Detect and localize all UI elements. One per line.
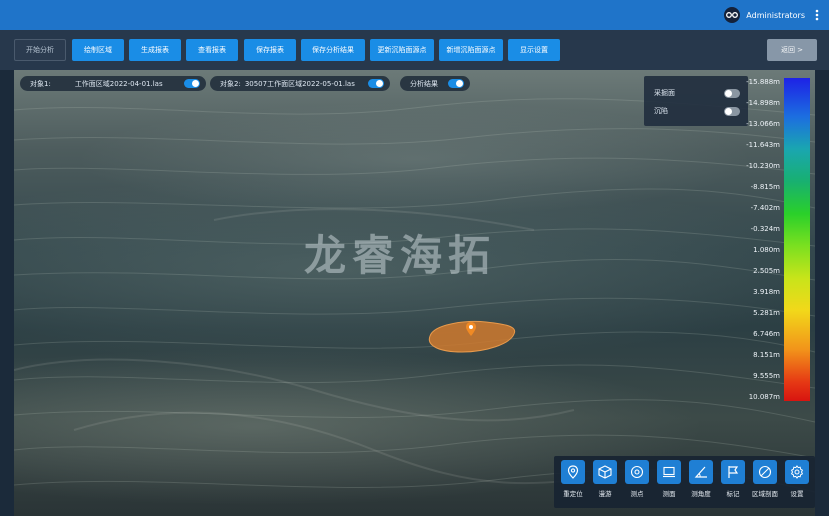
- legend-tick: 1.080m: [753, 246, 780, 254]
- location-pin-icon: [561, 460, 585, 484]
- layer-mining-area-toggle[interactable]: [724, 88, 740, 98]
- avatar-glasses-icon: [726, 12, 739, 18]
- tool-label: 测面: [662, 490, 676, 498]
- generate-report-button[interactable]: 生成报表: [129, 39, 181, 61]
- tool-measure-angle[interactable]: 测角度: [687, 460, 715, 504]
- user-avatar[interactable]: [724, 7, 741, 23]
- measure-toolbar: 重定位 漫游 测点 测面 测角度 标记 区域剖面 设置: [554, 456, 815, 508]
- object2-pill: 对象2: 30507工作面区域2022-05-01.las: [210, 76, 390, 91]
- tool-label: 测点: [630, 490, 644, 498]
- add-source-point-button[interactable]: 新增沉陷面源点: [439, 39, 503, 61]
- flag-icon: [721, 460, 745, 484]
- legend-tick: 10.087m: [748, 393, 780, 401]
- analysis-result-pill: 分析结果: [400, 76, 470, 91]
- legend-tick: -14.898m: [746, 99, 780, 107]
- layer-subsidence-toggle[interactable]: [724, 106, 740, 116]
- terrain-texture: [14, 98, 815, 493]
- object1-value[interactable]: 工作面区域2022-04-01.las: [75, 79, 163, 89]
- layer-panel: 采掘面 沉陷: [644, 76, 748, 126]
- tool-settings[interactable]: 设置: [783, 460, 811, 504]
- user-name[interactable]: Administrators: [746, 11, 805, 20]
- tool-label: 测角度: [691, 490, 711, 498]
- legend-tick: 3.918m: [753, 288, 780, 296]
- tool-label: 设置: [790, 490, 804, 498]
- tool-area-section[interactable]: 区域剖面: [751, 460, 779, 504]
- object1-label: 对象1:: [30, 79, 51, 88]
- target-icon: [625, 460, 649, 484]
- tool-label: 标记: [726, 490, 740, 498]
- tool-label: 区域剖面: [752, 490, 778, 498]
- layer-subsidence-label: 沉陷: [654, 107, 668, 115]
- legend-tick: -8.815m: [750, 183, 780, 191]
- save-report-button[interactable]: 保存报表: [244, 39, 296, 61]
- start-analysis-button[interactable]: 开始分析: [14, 39, 66, 61]
- tool-mark[interactable]: 标记: [719, 460, 747, 504]
- back-button[interactable]: 返回 >: [767, 39, 817, 61]
- legend-tick: -15.888m: [746, 78, 780, 86]
- section-icon: [753, 460, 777, 484]
- legend-tick: 8.151m: [753, 351, 780, 359]
- object1-toggle[interactable]: [184, 79, 200, 88]
- legend-tick: 5.281m: [753, 309, 780, 317]
- tool-label: 漫游: [598, 490, 612, 498]
- tool-label: 重定位: [563, 490, 583, 498]
- legend-labels: -15.888m -14.898m -13.066m -11.643m -10.…: [744, 76, 784, 406]
- draw-area-button[interactable]: 绘制区域: [72, 39, 124, 61]
- tool-measure-surface[interactable]: 测面: [655, 460, 683, 504]
- more-vertical-icon[interactable]: [815, 9, 819, 21]
- layer-subsidence: 沉陷: [654, 104, 740, 118]
- object1-pill: 对象1: 工作面区域2022-04-01.las: [20, 76, 206, 91]
- cube-icon: [593, 460, 617, 484]
- legend-tick: -11.643m: [746, 141, 780, 149]
- legend-tick: 9.555m: [753, 372, 780, 380]
- analysis-result-toggle[interactable]: [448, 79, 464, 88]
- tool-roam[interactable]: 漫游: [591, 460, 619, 504]
- title-bar: Administrators: [0, 0, 829, 30]
- object2-label: 对象2:: [220, 79, 241, 88]
- layer-mining-area: 采掘面: [654, 86, 740, 100]
- legend-tick: 2.505m: [753, 267, 780, 275]
- toolbar: 开始分析 绘制区域 生成报表 查看报表 保存报表 保存分析结果 更新沉陷面源点 …: [0, 30, 829, 70]
- legend-tick: -0.324m: [750, 225, 780, 233]
- legend-tick: -7.402m: [750, 204, 780, 212]
- watermark: 龙睿海拓: [304, 231, 497, 280]
- gear-icon: [785, 460, 809, 484]
- object2-value[interactable]: 30507工作面区域2022-05-01.las: [245, 79, 355, 89]
- legend-tick: 6.746m: [753, 330, 780, 338]
- analysis-result-label: 分析结果: [410, 79, 438, 88]
- object2-toggle[interactable]: [368, 79, 384, 88]
- update-source-point-button[interactable]: 更新沉陷面源点: [370, 39, 434, 61]
- legend-tick: -10.230m: [746, 162, 780, 170]
- color-legend-bar: [784, 78, 810, 401]
- tool-measure-point[interactable]: 测点: [623, 460, 651, 504]
- layer-mining-area-label: 采掘面: [654, 89, 675, 97]
- terrain-viewport[interactable]: 龙睿海拓 对象1: 工作面区域2022-04-01.las 对象2: 30507…: [14, 70, 815, 516]
- location-marker-icon[interactable]: [466, 322, 476, 336]
- view-report-button[interactable]: 查看报表: [186, 39, 238, 61]
- tool-relocate[interactable]: 重定位: [559, 460, 587, 504]
- surface-icon: [657, 460, 681, 484]
- angle-icon: [689, 460, 713, 484]
- save-analysis-button[interactable]: 保存分析结果: [301, 39, 365, 61]
- legend-tick: -13.066m: [746, 120, 780, 128]
- display-settings-button[interactable]: 显示设置: [508, 39, 560, 61]
